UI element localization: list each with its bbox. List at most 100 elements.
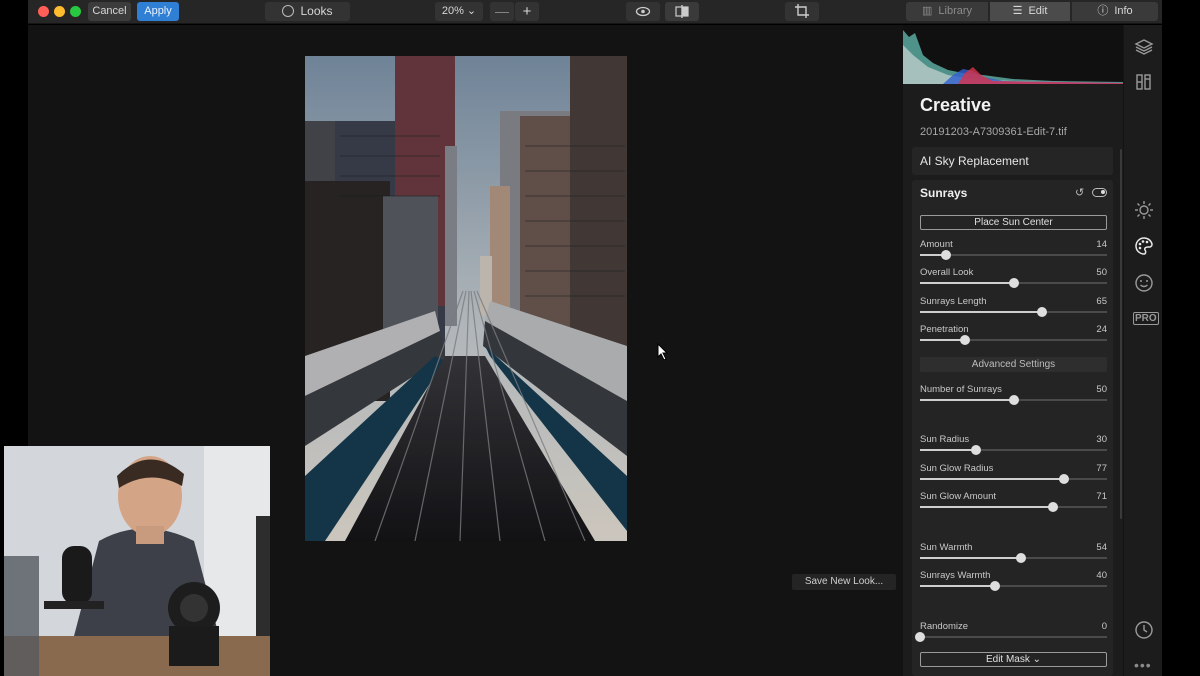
mouse-cursor-icon xyxy=(657,343,669,361)
slider-thumb[interactable] xyxy=(1008,395,1019,405)
minimize-window-button[interactable] xyxy=(54,6,65,17)
slider-fill xyxy=(920,311,1042,313)
compare-button[interactable] xyxy=(665,2,699,21)
slider-thumb[interactable] xyxy=(915,632,925,642)
slider-fill xyxy=(920,585,995,587)
slider-overall-look[interactable]: Overall Look 50 xyxy=(920,267,1107,289)
slider-thumb[interactable] xyxy=(989,581,1000,591)
crop-button[interactable] xyxy=(785,2,819,21)
sliders-icon: ☰ xyxy=(1012,5,1023,17)
slider-value: 77 xyxy=(1096,463,1107,474)
slider-thumb[interactable] xyxy=(971,445,982,455)
slider-thumb[interactable] xyxy=(1015,553,1026,563)
apply-button[interactable]: Apply xyxy=(137,2,179,21)
sun-icon[interactable] xyxy=(1134,200,1154,220)
place-sun-center-button[interactable]: Place Sun Center xyxy=(920,215,1107,230)
histogram-graph xyxy=(903,30,1123,84)
tool-rail: PRO ••• xyxy=(1123,25,1162,676)
layers-icon[interactable] xyxy=(1134,37,1154,57)
clock-icon[interactable] xyxy=(1134,620,1154,640)
slider-fill xyxy=(920,478,1064,480)
slider-label: Amount xyxy=(920,239,953,250)
slider-value: 50 xyxy=(1096,267,1107,278)
slider-value: 30 xyxy=(1096,434,1107,445)
compare-icon xyxy=(675,5,689,18)
slider-sun-warmth[interactable]: Sun Warmth 54 xyxy=(920,542,1107,564)
slider-track[interactable] xyxy=(920,307,1107,317)
slider-fill xyxy=(920,282,1014,284)
more-icon[interactable]: ••• xyxy=(1134,657,1152,673)
sunrays-toggle[interactable] xyxy=(1092,188,1107,197)
preview-toggle-button[interactable] xyxy=(626,2,660,21)
close-window-button[interactable] xyxy=(38,6,49,17)
advanced-settings-button[interactable]: Advanced Settings xyxy=(920,357,1107,372)
face-icon[interactable] xyxy=(1134,273,1154,293)
slider-thumb[interactable] xyxy=(959,335,970,345)
slider-value: 14 xyxy=(1096,239,1107,250)
slider-sun-glow-amount[interactable]: Sun Glow Amount 71 xyxy=(920,491,1107,513)
pro-icon[interactable]: PRO xyxy=(1133,312,1159,325)
ai-sky-replacement-section[interactable]: AI Sky Replacement xyxy=(912,147,1113,175)
save-new-look-button[interactable]: Save New Look... xyxy=(792,574,896,590)
slider-thumb[interactable] xyxy=(941,250,952,260)
tab-info-label: Info xyxy=(1114,5,1133,17)
palette-icon[interactable] xyxy=(1134,236,1154,256)
sunrays-title: Sunrays xyxy=(920,186,968,200)
slider-label: Overall Look xyxy=(920,267,974,278)
slider-track[interactable] xyxy=(920,553,1107,563)
zoom-in-button[interactable]: + xyxy=(515,2,539,21)
slider-label: Number of Sunrays xyxy=(920,384,1002,395)
slider-randomize[interactable]: Randomize 0 xyxy=(915,621,1107,643)
slider-track[interactable] xyxy=(920,474,1107,484)
looks-button[interactable]: Looks xyxy=(265,2,350,21)
panel-scrollbar[interactable] xyxy=(1120,149,1122,519)
slider-value: 24 xyxy=(1096,324,1107,335)
library-icon: ▥ xyxy=(921,5,933,17)
slider-thumb[interactable] xyxy=(1047,502,1058,512)
slider-track[interactable] xyxy=(920,250,1107,260)
sliders-icon[interactable] xyxy=(1134,72,1154,92)
slider-track[interactable] xyxy=(920,278,1107,288)
slider-fill xyxy=(920,339,965,341)
slider-sunrays-warmth[interactable]: Sunrays Warmth 40 xyxy=(920,570,1107,592)
zoom-dropdown[interactable]: 20% ⌄ xyxy=(435,2,483,21)
tab-edit[interactable]: ☰ Edit xyxy=(990,2,1070,21)
slider-track[interactable] xyxy=(920,395,1107,405)
slider-track[interactable] xyxy=(920,581,1107,591)
tab-info[interactable]: ⓘ Info xyxy=(1072,2,1158,21)
slider-label: Sun Radius xyxy=(920,434,970,445)
slider-sun-radius[interactable]: Sun Radius 30 xyxy=(920,434,1107,456)
slider-track[interactable] xyxy=(920,335,1107,345)
looks-label: Looks xyxy=(300,4,333,18)
slider-thumb[interactable] xyxy=(1036,307,1047,317)
slider-value: 65 xyxy=(1096,296,1107,307)
reset-icon[interactable]: ↺ xyxy=(1075,186,1084,199)
cancel-button[interactable]: Cancel xyxy=(88,2,131,21)
slider-sunrays-length[interactable]: Sunrays Length 65 xyxy=(920,296,1107,318)
slider-thumb[interactable] xyxy=(1008,278,1019,288)
zoom-out-button[interactable]: — xyxy=(490,2,514,21)
tab-library[interactable]: ▥ Library xyxy=(906,2,988,21)
zoom-window-button[interactable] xyxy=(70,6,81,17)
photo-preview[interactable] xyxy=(305,56,627,541)
edit-mask-dropdown[interactable]: Edit Mask ⌄ xyxy=(920,652,1107,667)
slider-label: Sunrays Warmth xyxy=(920,570,991,581)
slider-track[interactable] xyxy=(920,445,1107,455)
tab-edit-label: Edit xyxy=(1028,5,1048,17)
slider-track[interactable] xyxy=(920,502,1107,512)
slider-number-of-sunrays[interactable]: Number of Sunrays 50 xyxy=(920,384,1107,406)
slider-penetration[interactable]: Penetration 24 xyxy=(920,324,1107,346)
slider-label: Sunrays Length xyxy=(920,296,987,307)
eye-icon xyxy=(635,6,651,17)
slider-thumb[interactable] xyxy=(1058,474,1069,484)
slider-amount[interactable]: Amount 14 xyxy=(920,239,1107,261)
slider-value: 54 xyxy=(1096,542,1107,553)
slider-sun-glow-radius[interactable]: Sun Glow Radius 77 xyxy=(920,463,1107,485)
slider-label: Randomize xyxy=(920,621,969,632)
looks-icon xyxy=(282,5,295,17)
slider-fill xyxy=(920,399,1014,401)
slider-track[interactable] xyxy=(915,632,1107,642)
slider-fill xyxy=(920,449,977,451)
slider-label: Penetration xyxy=(920,324,969,335)
slider-value: 50 xyxy=(1096,384,1107,395)
